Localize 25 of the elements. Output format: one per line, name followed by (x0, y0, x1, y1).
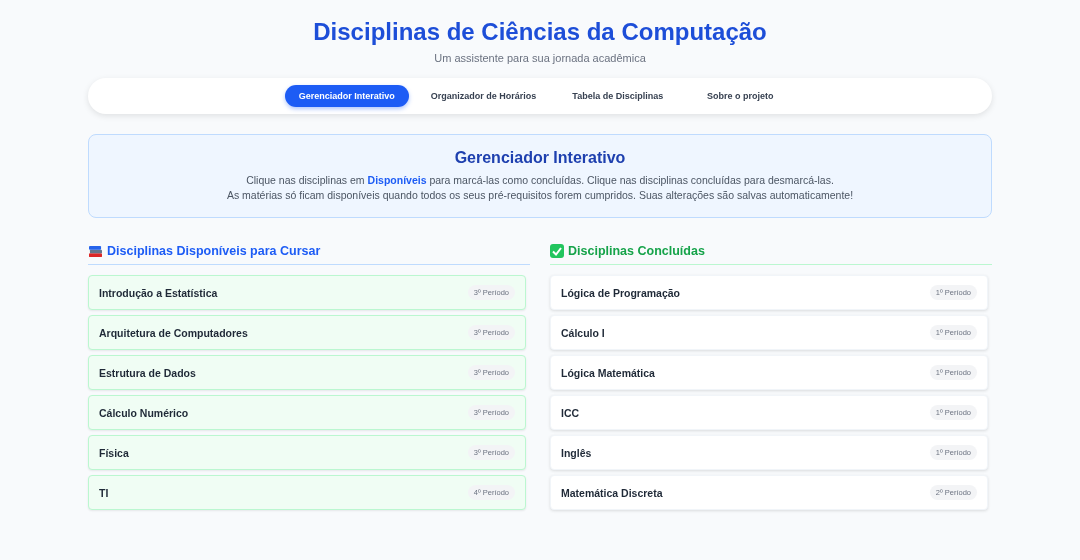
course-name: Matemática Discreta (561, 486, 663, 499)
books-icon (88, 244, 103, 258)
course-name: Arquitetura de Computadores (99, 326, 248, 339)
course-name: Lógica Matemática (561, 366, 655, 379)
panel-title: Gerenciador Interativo (453, 149, 627, 167)
course-name: Lógica de Programação (561, 286, 681, 299)
course-name: Cálculo I (561, 326, 605, 339)
course-name: ICC (561, 406, 580, 419)
course-name: Estrutura de Dados (99, 366, 196, 379)
nav-tab[interactable]: Sobre o projeto (685, 85, 796, 107)
instruction-text: Clique nas disciplinas em Disponíveis para marcá-las como concluídas. Clique nas disciplinas concluídas para desmarcá-las. (245, 173, 835, 188)
course-name: TI (99, 486, 109, 499)
course-name: Introdução a Estatística (99, 286, 218, 299)
course-name: Inglês (561, 446, 592, 459)
course-name: Cálculo Numérico (99, 406, 189, 419)
course-name: Física (99, 446, 129, 459)
instruction-text: As matérias só ficam disponíveis quando todos os seus pré-requisitos forem cumpridos. Suas alterações são salvas automaticamente! (225, 188, 855, 203)
nav-tab[interactable]: Tabela de Disciplinas (558, 85, 678, 107)
section-title: Disciplinas Disponíveis para Cursar (107, 244, 321, 258)
nav-tab[interactable]: Gerenciador Interativo (284, 85, 409, 107)
nav-tab[interactable]: Organizador de Horários (416, 85, 551, 107)
check-icon (550, 244, 564, 258)
page-subtitle: Um assistente para sua jornada acadêmica (433, 52, 647, 64)
section-title: Disciplinas Concluídas (568, 244, 705, 258)
page-title: Disciplinas de Ciências da Computação (312, 18, 768, 46)
